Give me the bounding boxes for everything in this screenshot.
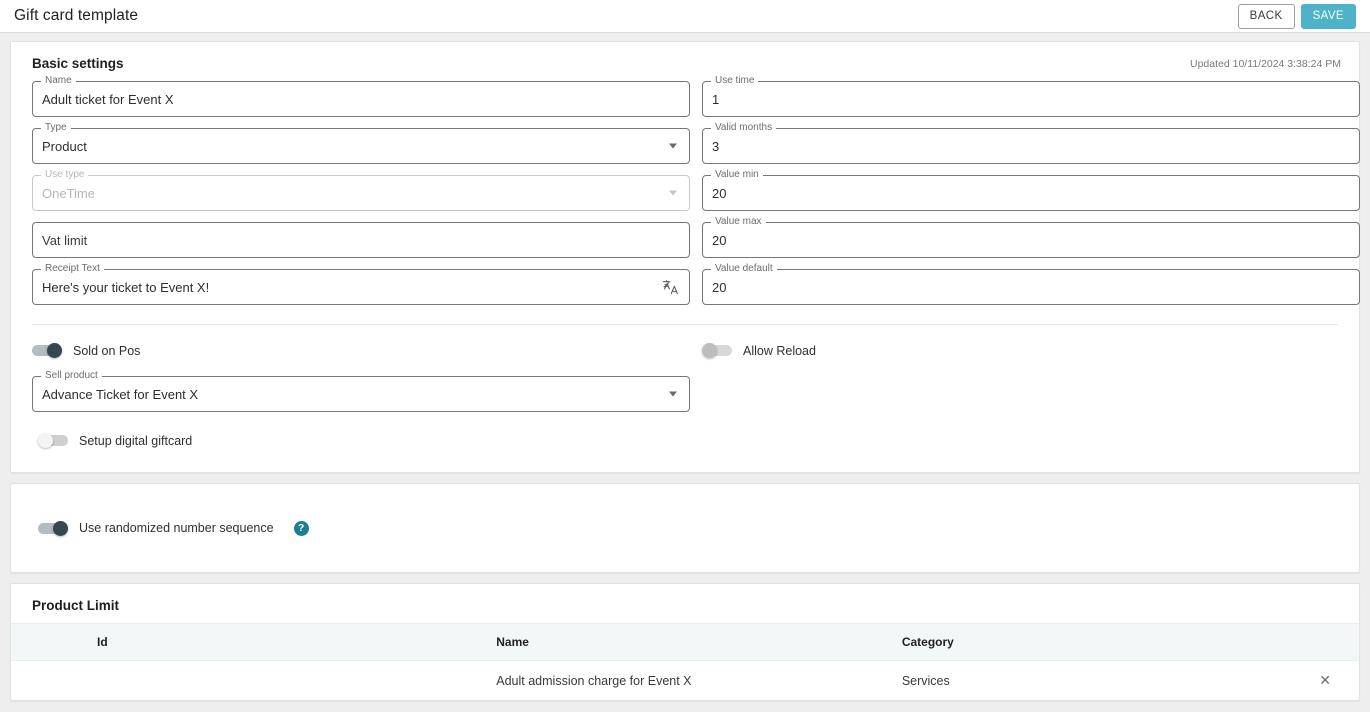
type-select[interactable]: Type Product <box>32 122 690 164</box>
product-limit-card: Product Limit Id Name Category Adult adm… <box>10 583 1360 701</box>
chevron-down-icon <box>669 190 677 196</box>
value-min-field-value: 20 <box>712 185 727 201</box>
value-max-field-outline <box>702 222 1360 258</box>
chevron-down-icon[interactable] <box>669 391 677 397</box>
randomized-sequence-toggle[interactable]: Use randomized number sequence <box>38 520 274 536</box>
receipt-text-field[interactable]: Receipt Text Here's your ticket to Event… <box>32 263 690 305</box>
valid-months-field[interactable]: Valid months 3 <box>702 122 1360 164</box>
column-header-category: Category <box>901 623 1320 661</box>
value-default-field[interactable]: Value default 20 <box>702 263 1360 305</box>
save-button[interactable]: SAVE <box>1300 3 1356 29</box>
table-row: Adult admission charge for Event X Servi… <box>11 661 1359 701</box>
value-min-field[interactable]: Value min 20 <box>702 169 1360 211</box>
use-type-select-outline <box>32 175 690 211</box>
column-header-name: Name <box>496 623 902 661</box>
type-select-outline <box>32 128 690 164</box>
cell-category: Services <box>901 673 950 688</box>
vat-limit-field-placeholder: Vat limit <box>42 232 88 248</box>
basic-settings-header: Basic settings Updated 10/11/2024 3:38:2… <box>11 42 1359 81</box>
toggle-switch-icon[interactable] <box>38 520 68 536</box>
name-field[interactable]: Name Adult ticket for Event X <box>32 75 690 117</box>
vat-limit-field[interactable]: Vat limit <box>32 222 690 258</box>
value-max-field-value: 20 <box>712 232 727 248</box>
setup-digital-giftcard-label: Setup digital giftcard <box>79 433 193 448</box>
setup-digital-giftcard-wrapper: Setup digital giftcard <box>11 412 1359 472</box>
name-field-value: Adult ticket for Event X <box>42 91 174 107</box>
translate-icon[interactable] <box>662 279 679 296</box>
randomized-sequence-card: Use randomized number sequence ? <box>10 483 1360 573</box>
product-limit-table: Id Name Category Adult admission charge … <box>11 623 1359 700</box>
column-header-actions <box>1319 623 1359 661</box>
vat-limit-field-outline <box>32 222 690 258</box>
type-select-value: Product <box>42 138 87 154</box>
receipt-text-field-value: Here's your ticket to Event X! <box>42 279 210 295</box>
sold-on-pos-label: Sold on Pos <box>73 343 141 358</box>
use-type-select: Use type OneTime <box>32 169 690 211</box>
table-header-row: Id Name Category <box>11 623 1359 661</box>
use-time-field-outline <box>702 81 1360 117</box>
sell-product-wrapper: Sell product Advance Ticket for Event X <box>11 358 1359 412</box>
toggle-row: Sold on Pos Allow Reload <box>11 325 1359 358</box>
product-limit-title: Product Limit <box>32 598 119 613</box>
chevron-down-icon[interactable] <box>669 143 677 149</box>
use-time-field-value: 1 <box>712 91 720 107</box>
toggle-switch-icon[interactable] <box>702 343 732 358</box>
product-limit-header: Product Limit <box>11 584 1359 623</box>
value-default-field-outline <box>702 269 1360 305</box>
top-bar: Gift card template BACK SAVE <box>0 0 1370 33</box>
cell-actions: ✕ <box>1319 661 1359 701</box>
product-limit-table-head: Id Name Category <box>11 623 1359 661</box>
toggle-switch-icon[interactable] <box>38 433 68 448</box>
back-button[interactable]: BACK <box>1237 3 1295 29</box>
cell-name: Adult admission charge for Event X <box>496 673 692 688</box>
value-min-field-outline <box>702 175 1360 211</box>
randomized-sequence-row: Use randomized number sequence ? <box>11 484 1359 572</box>
sell-product-select-value: Advance Ticket for Event X <box>42 386 199 402</box>
allow-reload-label: Allow Reload <box>743 343 816 358</box>
toggle-switch-icon[interactable] <box>32 343 62 358</box>
allow-reload-toggle[interactable]: Allow Reload <box>702 343 1360 358</box>
valid-months-field-label: Valid months <box>711 122 777 133</box>
sold-on-pos-toggle[interactable]: Sold on Pos <box>32 343 690 358</box>
basic-settings-title: Basic settings <box>32 56 124 71</box>
use-type-select-value: OneTime <box>42 185 95 201</box>
form-right-column: Use time 1 Valid months 3 Value min 20 V… <box>702 75 1360 316</box>
valid-months-field-value: 3 <box>712 138 720 154</box>
page-title: Gift card template <box>14 7 139 24</box>
valid-months-field-outline <box>702 128 1360 164</box>
product-limit-table-body: Adult admission charge for Event X Servi… <box>11 661 1359 701</box>
close-icon[interactable]: ✕ <box>1319 673 1331 687</box>
value-default-field-value: 20 <box>712 279 727 295</box>
cell-id <box>11 661 496 701</box>
sell-product-select[interactable]: Sell product Advance Ticket for Event X <box>32 370 690 412</box>
help-icon[interactable]: ? <box>293 520 309 536</box>
top-bar-actions: BACK SAVE <box>1237 3 1356 29</box>
setup-digital-giftcard-toggle[interactable]: Setup digital giftcard <box>38 433 1348 448</box>
form-left-column: Name Adult ticket for Event X Type Produ… <box>32 75 690 316</box>
value-max-field[interactable]: Value max 20 <box>702 216 1360 258</box>
randomized-sequence-label: Use randomized number sequence <box>79 521 274 535</box>
updated-timestamp: Updated 10/11/2024 3:38:24 PM <box>1189 57 1341 70</box>
basic-settings-card: Basic settings Updated 10/11/2024 3:38:2… <box>10 41 1360 473</box>
page-content: Basic settings Updated 10/11/2024 3:38:2… <box>0 33 1370 701</box>
basic-settings-form: Name Adult ticket for Event X Type Produ… <box>11 75 1360 316</box>
column-header-id: Id <box>11 623 497 661</box>
use-time-field[interactable]: Use time 1 <box>702 75 1360 117</box>
